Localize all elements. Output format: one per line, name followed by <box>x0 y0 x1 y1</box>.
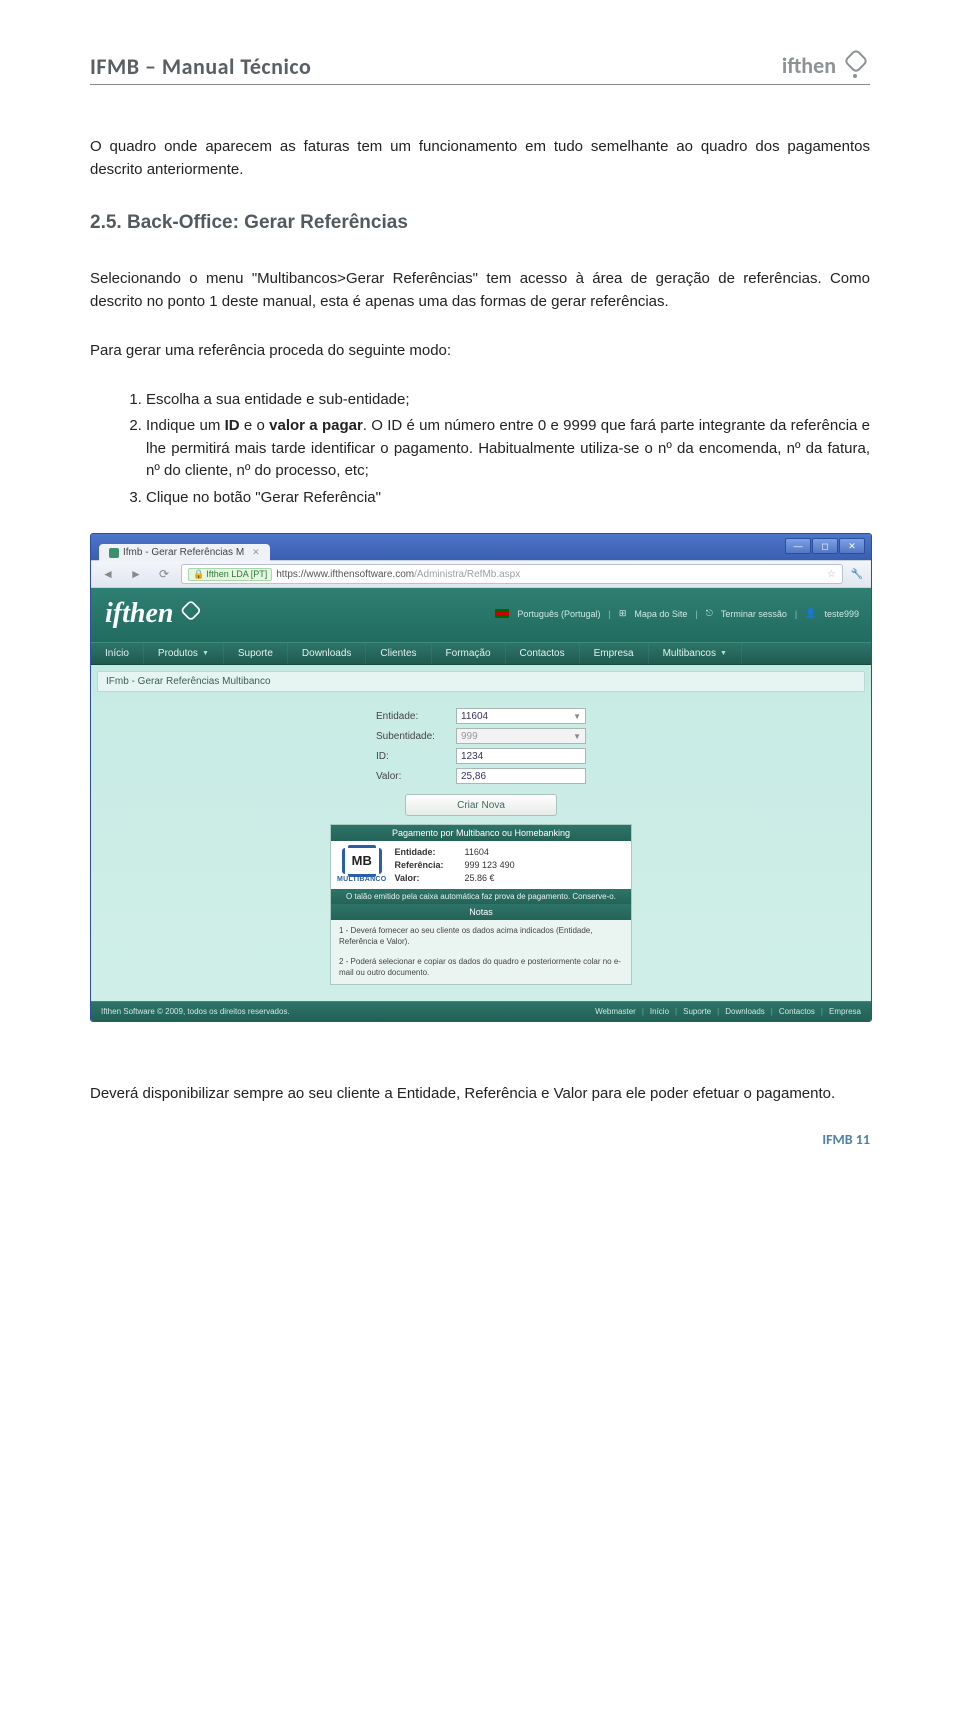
footer-link[interactable]: Empresa <box>829 1007 861 1016</box>
lang-link[interactable]: Português (Portugal) <box>517 609 600 619</box>
combo-subentidade[interactable]: 999▼ <box>456 728 586 744</box>
sitemap-icon: ⊞ <box>619 608 627 619</box>
chevron-down-icon: ▼ <box>720 650 727 657</box>
label-valor: Valor: <box>376 771 448 782</box>
app-footer: Ifthen Software © 2009, todos os direito… <box>91 1001 871 1021</box>
step-1: Escolha a sua entidade e sub-entidade; <box>146 389 870 412</box>
menu-clientes[interactable]: Clientes <box>366 643 431 664</box>
val-value: 25.86 € <box>465 873 515 883</box>
window-minimize-icon[interactable]: — <box>785 538 811 554</box>
note-2: 2 - Poderá selecionar e copiar os dados … <box>339 957 623 978</box>
paragraph-3: Para gerar uma referência proceda do seg… <box>90 339 870 362</box>
input-valor[interactable] <box>456 768 586 784</box>
chevron-down-icon: ▼ <box>202 650 209 657</box>
mb-mark-icon: MB <box>342 848 382 874</box>
ssl-chip: 🔒 Ifthen LDA [PT] <box>188 568 272 581</box>
window-close-icon[interactable]: ✕ <box>839 538 865 554</box>
nav-back-icon[interactable]: ◄ <box>97 565 119 583</box>
val-label: Valor: <box>395 873 465 883</box>
ifthen-logo: ifthen <box>782 50 870 80</box>
tab-close-icon[interactable]: ✕ <box>252 547 260 558</box>
bookmark-star-icon[interactable]: ☆ <box>827 569 836 580</box>
ref-label: Referência: <box>395 860 465 870</box>
label-id: ID: <box>376 751 448 762</box>
label-entidade: Entidade: <box>376 711 448 722</box>
paragraph-2: Selecionando o menu "Multibancos>Gerar R… <box>90 267 870 314</box>
url-text: https://www.ifthensoftware.com/Administr… <box>276 569 520 580</box>
flag-icon <box>495 609 509 618</box>
window-maximize-icon[interactable]: ◻ <box>812 538 838 554</box>
menu-suporte[interactable]: Suporte <box>224 643 288 664</box>
page-title: IFMB – Manual Técnico <box>90 53 311 80</box>
criar-nova-button[interactable]: Criar Nova <box>405 794 557 816</box>
footer-link[interactable]: Downloads <box>725 1007 765 1016</box>
tab-title: Ifmb - Gerar Referências M <box>123 547 244 558</box>
browser-window: Ifmb - Gerar Referências M ✕ — ◻ ✕ ◄ ► ⟳… <box>90 533 872 1022</box>
menu-empresa[interactable]: Empresa <box>580 643 649 664</box>
menu-formacao[interactable]: Formação <box>432 643 506 664</box>
footer-link[interactable]: Início <box>650 1007 669 1016</box>
footer-link[interactable]: Contactos <box>779 1007 815 1016</box>
chevron-down-icon: ▼ <box>573 712 581 721</box>
section-heading: 2.5. Back-Office: Gerar Referências <box>90 208 870 237</box>
step-2: Indique um ID e o valor a pagar. O ID é … <box>146 415 870 483</box>
nav-reload-icon[interactable]: ⟳ <box>153 565 175 583</box>
browser-tab[interactable]: Ifmb - Gerar Referências M ✕ <box>99 544 270 561</box>
footer-link[interactable]: Webmaster <box>595 1007 636 1016</box>
nav-forward-icon[interactable]: ► <box>125 565 147 583</box>
talao-note: O talão emitido pela caixa automática fa… <box>331 889 631 904</box>
paragraph-4: Deverá disponibilizar sempre ao seu clie… <box>90 1082 870 1105</box>
page-header: IFMB – Manual Técnico ifthen <box>90 50 870 85</box>
logout-link[interactable]: Terminar sessão <box>721 609 787 619</box>
ent-label: Entidade: <box>395 847 465 857</box>
wrench-icon[interactable]: 🔧 <box>849 569 865 580</box>
menu-downloads[interactable]: Downloads <box>288 643 366 664</box>
multibanco-logo: MB MULTIBANCO <box>337 848 387 883</box>
footer-link[interactable]: Suporte <box>683 1007 711 1016</box>
result-panel: Pagamento por Multibanco ou Homebanking … <box>330 824 632 985</box>
browser-titlebar: Ifmb - Gerar Referências M ✕ — ◻ ✕ <box>91 534 871 560</box>
user-icon: 👤 <box>805 608 816 619</box>
menu-inicio[interactable]: Início <box>91 643 144 664</box>
input-id[interactable] <box>456 748 586 764</box>
steps-list: Escolha a sua entidade e sub-entidade; I… <box>90 389 870 510</box>
main-menu: Início Produtos▼ Suporte Downloads Clien… <box>91 642 871 665</box>
user-link[interactable]: teste999 <box>824 609 859 619</box>
menu-contactos[interactable]: Contactos <box>506 643 580 664</box>
breadcrumb: IFmb - Gerar Referências Multibanco <box>97 671 865 692</box>
note-1: 1 - Deverá fornecer ao seu cliente os da… <box>339 926 623 947</box>
chevron-down-icon: ▼ <box>573 732 581 741</box>
app-header: ifthen Português (Portugal)| ⊞ Mapa do S… <box>91 588 871 642</box>
ref-value: 999 123 490 <box>465 860 515 870</box>
panel-header: Pagamento por Multibanco ou Homebanking <box>331 825 631 841</box>
address-bar[interactable]: 🔒 Ifthen LDA [PT] https://www.ifthensoft… <box>181 564 843 584</box>
diamond-icon <box>840 50 870 80</box>
logout-icon: ⎋ <box>706 608 713 619</box>
browser-toolbar: ◄ ► ⟳ 🔒 Ifthen LDA [PT] https://www.ifth… <box>91 560 871 588</box>
menu-multibancos[interactable]: Multibancos▼ <box>649 643 742 664</box>
combo-entidade[interactable]: 11604▼ <box>456 708 586 724</box>
menu-produtos[interactable]: Produtos▼ <box>144 643 224 664</box>
footer-copy: Ifthen Software © 2009, todos os direito… <box>101 1007 290 1016</box>
app-logo: ifthen <box>105 598 203 630</box>
sitemap-link[interactable]: Mapa do Site <box>634 609 687 619</box>
notes-header: Notas <box>331 904 631 920</box>
ent-value: 11604 <box>465 847 515 857</box>
form-area: Entidade: 11604▼ Subentidade: 999▼ ID: V… <box>91 698 871 989</box>
paragraph-1: O quadro onde aparecem as faturas tem um… <box>90 135 870 182</box>
step-3: Clique no botão "Gerar Referência" <box>146 487 870 510</box>
label-subentidade: Subentidade: <box>376 731 448 742</box>
tab-favicon-icon <box>109 548 119 558</box>
page-number: IFMB 11 <box>90 1131 870 1148</box>
utility-links: Português (Portugal)| ⊞ Mapa do Site| ⎋ … <box>495 608 859 619</box>
